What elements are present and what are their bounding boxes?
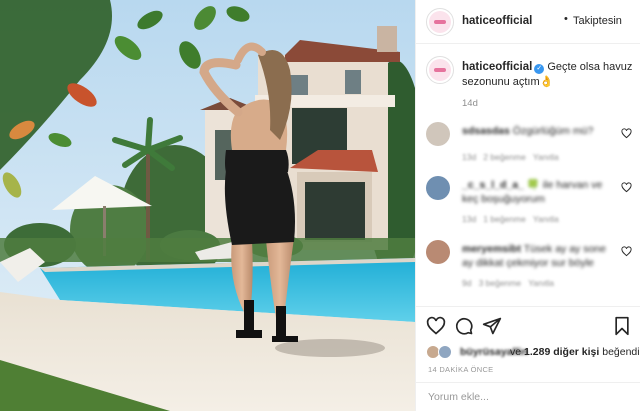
comment-meta: 13d 2 beğenme Yanıtla [462,152,559,162]
avatar[interactable] [426,8,454,36]
comment-item: meryemsibt Tüsek ay ay sone ay dikkat çe… [426,240,636,290]
heart-icon[interactable] [426,316,446,336]
share-icon[interactable] [482,316,502,336]
pool-villa-photo [0,0,415,411]
post-photo[interactable] [0,0,415,411]
comment-like-heart-icon[interactable] [621,246,632,257]
comment-avatar[interactable] [426,122,450,146]
comment-text: sdsasdas Özgürlüğüm mü? [462,125,594,137]
bookmark-icon[interactable] [612,316,632,336]
comment-avatar[interactable] [426,240,450,264]
comment-avatar[interactable] [426,176,450,200]
caption-text: haticeofficial ✓ Geçte olsa havuz sezonun… [462,60,634,90]
liker-avatar [438,345,452,359]
comment-text: meryemsibt Tüsek ay ay sone ay dikkat çe… [462,243,606,269]
comment-text: _c_s_l_d_a_ 🍀 ile harvan ve keç boşuğuyo… [462,179,603,205]
comment-like-heart-icon[interactable] [621,128,632,139]
username-link[interactable]: haticeofficial [462,15,532,27]
comment-author[interactable]: meryemsibt [462,243,521,255]
likes-text: ve 1.289 diğer kişi beğendi [510,346,640,358]
separator-dot: • [564,13,568,25]
comment-author[interactable]: _c_s_l_d_a_ [462,179,524,191]
add-comment-placeholder: Yorum ekle... [428,391,489,403]
post-header: haticeofficial • Takiptesin [416,0,640,44]
comment-icon[interactable] [454,316,474,336]
comment-item: _c_s_l_d_a_ 🍀 ile harvan ve keç boşuğuyo… [426,176,636,226]
verified-badge-icon: ✓ [534,64,545,74]
post-sidebar: haticeofficial • Takiptesin haticeoffici… [415,0,640,411]
comment-like-heart-icon[interactable] [621,182,632,193]
caption-username[interactable]: haticeofficial [462,61,532,73]
likes-count[interactable]: 1.289 diğer kişi [524,346,599,358]
likes-summary[interactable]: büyrüsayallin ve 1.289 diğer kişi beğend… [426,343,640,361]
comment-meta: 9d 3 beğenme Yanıtla [462,278,555,288]
caption-time-ago: 14d [462,98,478,109]
comment-meta: 13d 1 beğenme Yanıtla [462,214,559,224]
following-button[interactable]: Takiptesin [573,15,622,27]
post-actions: büyrüsayallin ve 1.289 diğer kişi beğend… [416,306,640,382]
add-comment-field[interactable]: Yorum ekle... [416,382,640,411]
post-timestamp: 14 DAKİKA ÖNCE [428,365,494,374]
comment-item: sdsasdas Özgürlüğüm mü? 13d 2 beğenme Ya… [426,122,636,172]
comment-author[interactable]: sdsasdas [462,125,510,137]
caption-avatar[interactable] [426,56,454,84]
